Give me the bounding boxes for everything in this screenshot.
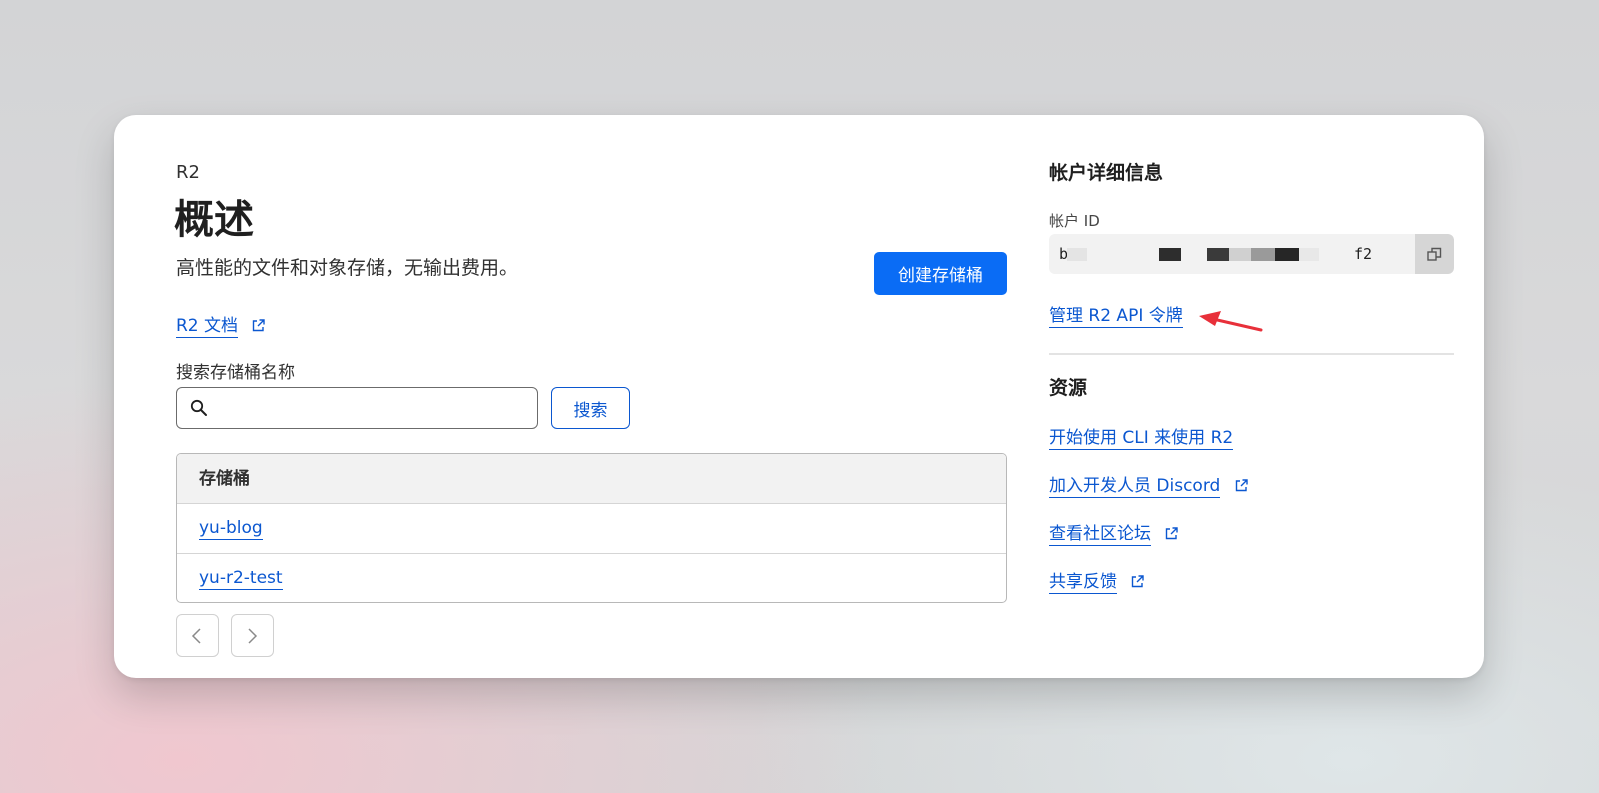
external-link-icon — [1166, 527, 1179, 540]
page-subtitle: 高性能的文件和对象存储，无输出费用。 — [176, 257, 519, 279]
account-details-heading: 帐户详细信息 — [1049, 162, 1164, 184]
search-icon — [190, 399, 207, 416]
breadcrumb: R2 — [176, 162, 200, 183]
manage-api-tokens-link[interactable]: 管理 R2 API 令牌 — [1049, 306, 1183, 328]
previous-page-button[interactable] — [176, 614, 219, 657]
external-link-icon — [1132, 575, 1145, 588]
create-bucket-button[interactable]: 创建存储桶 — [874, 252, 1007, 295]
bucket-link[interactable]: yu-blog — [199, 518, 263, 540]
search-input[interactable] — [215, 388, 529, 430]
copy-icon — [1427, 247, 1442, 261]
divider — [1049, 353, 1454, 355]
copy-account-id-button[interactable] — [1415, 234, 1454, 274]
search-label: 搜索存储桶名称 — [176, 363, 295, 383]
external-link-icon — [1235, 479, 1248, 492]
r2-docs-link[interactable]: R2 文档 — [176, 316, 239, 338]
table-row: yu-blog — [177, 504, 1006, 553]
page-title: 概述 — [174, 197, 254, 243]
overview-card: R2 概述 高性能的文件和对象存储，无输出费用。 创建存储桶 R2 文档 搜索存… — [114, 115, 1484, 678]
account-id-suffix: f2 — [1353, 245, 1372, 263]
buckets-table: 存储桶 yu-blog yu-r2-test — [176, 453, 1007, 603]
docs-link-row: R2 文档 — [176, 311, 266, 338]
resource-link-cli[interactable]: 开始使用 CLI 来使用 R2 — [1049, 428, 1234, 450]
resource-row-forum: 查看社区论坛 — [1049, 519, 1179, 546]
next-page-button[interactable] — [231, 614, 274, 657]
resource-link-feedback[interactable]: 共享反馈 — [1049, 572, 1117, 594]
search-button[interactable]: 搜索 — [551, 387, 630, 429]
table-row: yu-r2-test — [177, 553, 1006, 602]
external-link-icon — [253, 319, 266, 332]
account-id-field: b f2 — [1049, 234, 1454, 274]
search-box — [176, 387, 538, 430]
table-header: 存储桶 — [177, 454, 1006, 504]
resource-row-feedback: 共享反馈 — [1049, 567, 1145, 594]
resource-row-cli: 开始使用 CLI 来使用 R2 — [1049, 423, 1234, 450]
annotation-arrow-icon — [1199, 311, 1263, 332]
resource-link-discord[interactable]: 加入开发人员 Discord — [1049, 476, 1221, 498]
account-id-label: 帐户 ID — [1049, 212, 1100, 230]
resources-heading: 资源 — [1049, 377, 1088, 399]
chevron-right-icon — [248, 628, 258, 644]
resource-link-forum[interactable]: 查看社区论坛 — [1049, 524, 1151, 546]
manage-tokens-row: 管理 R2 API 令牌 — [1049, 301, 1183, 328]
chevron-left-icon — [191, 628, 201, 644]
bucket-link[interactable]: yu-r2-test — [199, 568, 283, 590]
resource-row-discord: 加入开发人员 Discord — [1049, 471, 1248, 498]
